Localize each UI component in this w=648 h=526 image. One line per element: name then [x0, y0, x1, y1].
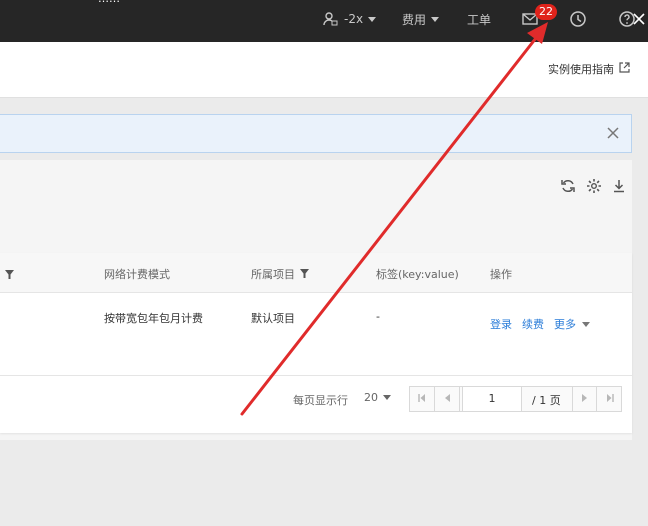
more-menu[interactable]: 更多 [554, 316, 590, 332]
close-icon [632, 12, 646, 26]
page-header: 实例使用指南 [0, 42, 648, 98]
rows-per-page-value: 20 [364, 391, 378, 404]
chevron-right-icon [581, 393, 588, 405]
notice-close-button[interactable] [605, 125, 621, 141]
rows-per-page-select[interactable]: 20 [364, 391, 391, 404]
billing-menu[interactable]: 费用 [402, 0, 440, 38]
chevron-down-icon [431, 16, 440, 22]
account-label: -2x [344, 12, 364, 26]
download-button[interactable] [611, 178, 627, 194]
column-network-billing: 网络计费模式 [104, 268, 170, 281]
refresh-icon [560, 179, 576, 197]
message-count-badge: 22 [535, 4, 557, 20]
history-button[interactable] [569, 0, 587, 38]
messages-button[interactable] [522, 0, 538, 38]
chevron-left-icon [444, 393, 450, 405]
column-project: 所属项目 [251, 266, 309, 282]
first-page-button[interactable] [410, 387, 435, 411]
top-nav-bar: …… -2x 费用 工单 22 [0, 0, 648, 42]
cell-network-billing: 按带宽包年包月计费 [104, 312, 203, 325]
download-icon [611, 180, 627, 197]
cell-project: 默认项目 [251, 312, 295, 325]
external-link-icon [619, 62, 630, 76]
chevron-down-icon [383, 395, 391, 400]
renew-link[interactable]: 续费 [522, 316, 544, 332]
guide-label: 实例使用指南 [548, 63, 614, 76]
last-page-icon [606, 393, 614, 405]
ticket-label: 工单 [467, 12, 492, 27]
last-page-button[interactable] [597, 387, 622, 411]
row-divider [0, 375, 632, 376]
instance-guide-link[interactable]: 实例使用指南 [548, 61, 630, 77]
clock-icon [569, 10, 587, 28]
close-button[interactable] [632, 0, 646, 38]
column-tags: 标签(key:value) [376, 268, 459, 281]
total-pages-label: / 1 页 [532, 394, 561, 407]
table-header: 网络计费模式 所属项目 标签(key:value) 操作 [0, 253, 632, 293]
info-notice [0, 114, 632, 153]
login-link[interactable]: 登录 [490, 316, 512, 332]
page-number-input[interactable]: 1 [462, 387, 522, 411]
ticket-link[interactable]: 工单 [467, 0, 491, 38]
close-icon [605, 127, 621, 144]
billing-label: 费用 [402, 12, 427, 27]
prev-page-button[interactable] [435, 387, 460, 411]
cell-tags: - [376, 310, 380, 323]
chevron-down-icon [582, 321, 590, 327]
cut-off-title: …… [98, 0, 248, 4]
settings-button[interactable] [586, 178, 602, 194]
next-page-button[interactable] [572, 387, 597, 411]
more-label: 更多 [554, 318, 576, 331]
column-actions: 操作 [490, 268, 512, 281]
refresh-button[interactable] [560, 178, 576, 194]
filter-icon[interactable] [300, 268, 309, 281]
filter-icon[interactable] [5, 268, 14, 282]
chevron-down-icon [368, 16, 377, 22]
first-page-icon [418, 393, 426, 405]
account-menu[interactable]: -2x [322, 0, 377, 38]
rows-per-page-label: 每页显示行 [293, 394, 348, 407]
gear-icon [586, 179, 602, 197]
user-icon [322, 11, 338, 27]
